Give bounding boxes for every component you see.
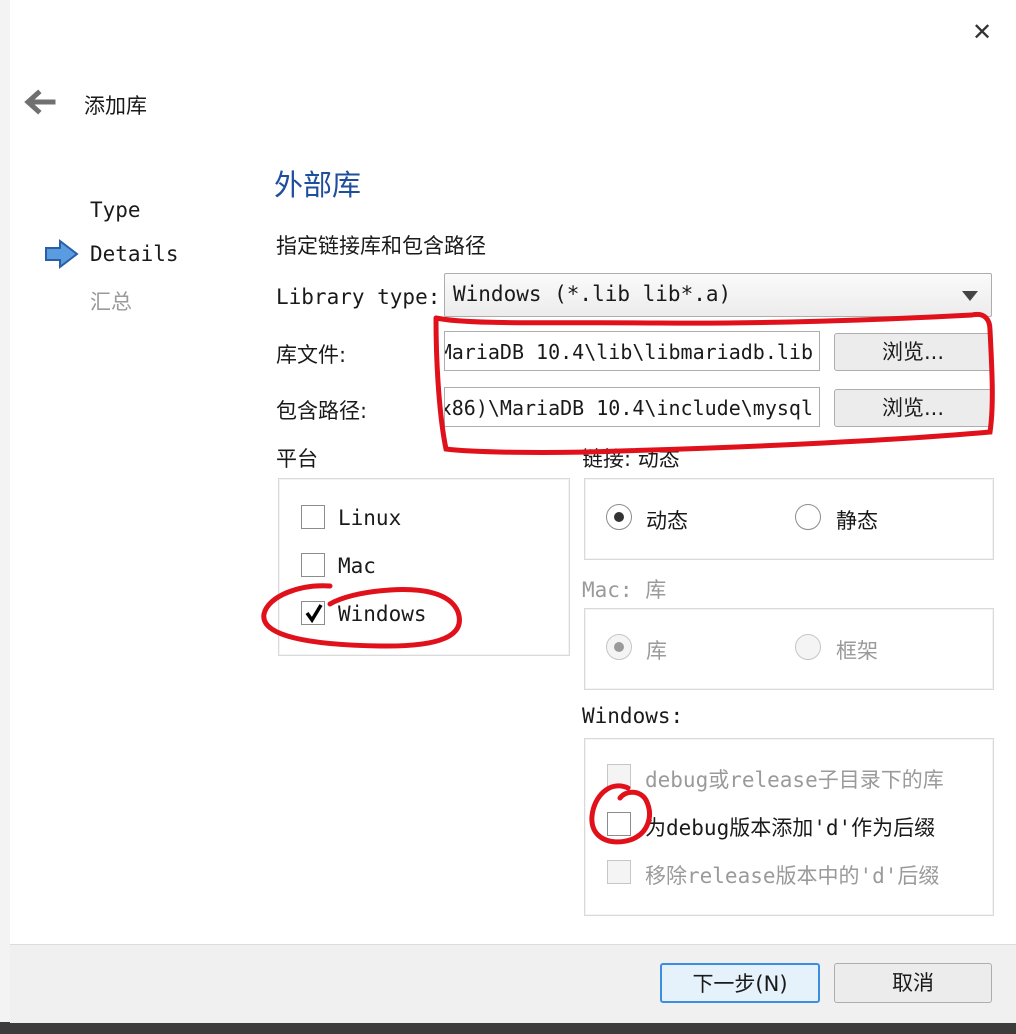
page-title: 外部库 [274, 168, 362, 202]
include-path-value: x86)\MariaDB 10.4\include\mysql [444, 396, 813, 420]
remove-release-suffix-checkbox[interactable] [607, 860, 631, 884]
cancel-button[interactable]: 取消 [834, 963, 992, 1003]
debug-release-subdir-label: debug或release子目录下的库 [645, 768, 944, 792]
include-path-browse-button[interactable]: 浏览... [834, 389, 992, 427]
remove-release-suffix-label: 移除release版本中的'd'后缀 [645, 864, 940, 888]
lib-file-browse-button[interactable]: 浏览... [834, 333, 992, 371]
step-summary: 汇总 [90, 290, 132, 314]
step-details: Details [90, 242, 179, 266]
step-type: Type [90, 198, 141, 222]
library-radio[interactable] [606, 634, 632, 660]
framework-radio-label: 框架 [836, 639, 878, 663]
dialog-header-title: 添加库 [84, 94, 147, 118]
taskbar-strip [0, 1022, 1016, 1034]
debug-suffix-label: 为debug版本添加'd'作为后缀 [645, 816, 936, 840]
include-path-label: 包含路径: [276, 399, 368, 423]
library-radio-label: 库 [646, 639, 667, 663]
chevron-down-icon [962, 291, 978, 301]
checkmark-icon [305, 604, 323, 623]
lib-file-input[interactable]: MariaDB 10.4\lib\libmariadb.lib [444, 331, 820, 371]
next-button[interactable]: 下一步(N) [660, 963, 820, 1003]
mac-label: Mac [338, 554, 376, 578]
dynamic-label: 动态 [646, 509, 688, 533]
platform-group-title: 平台 [276, 447, 318, 471]
radio-dot [614, 512, 624, 522]
back-arrow-icon[interactable] [22, 88, 56, 116]
page-subtitle: 指定链接库和包含路径 [276, 234, 486, 258]
link-group-title: 链接: 动态 [582, 447, 680, 471]
library-type-value: Windows (*.lib lib*.a) [453, 282, 732, 306]
windows-group-title: Windows: [582, 704, 684, 728]
windows-checkbox[interactable] [301, 601, 325, 625]
static-radio[interactable] [795, 504, 821, 530]
include-path-input[interactable]: x86)\MariaDB 10.4\include\mysql [444, 387, 820, 427]
current-step-arrow-icon [45, 238, 79, 270]
library-type-label: Library type: [276, 285, 441, 309]
mac-group-title: Mac: 库 [582, 578, 667, 602]
close-button[interactable]: ✕ [964, 16, 1000, 48]
debug-suffix-checkbox[interactable] [607, 812, 631, 836]
radio-dot [614, 642, 624, 652]
windows-label: Windows [338, 602, 427, 626]
linux-checkbox[interactable] [301, 505, 325, 529]
lib-file-value: MariaDB 10.4\lib\libmariadb.lib [444, 340, 813, 364]
static-label: 静态 [836, 509, 878, 533]
linux-label: Linux [338, 506, 402, 530]
close-icon: ✕ [971, 18, 993, 46]
debug-release-subdir-checkbox[interactable] [607, 764, 631, 788]
lib-file-label: 库文件: [276, 343, 347, 367]
framework-radio[interactable] [795, 634, 821, 660]
dynamic-radio[interactable] [606, 504, 632, 530]
library-type-select[interactable]: Windows (*.lib lib*.a) [444, 273, 992, 317]
mac-checkbox[interactable] [301, 553, 325, 577]
